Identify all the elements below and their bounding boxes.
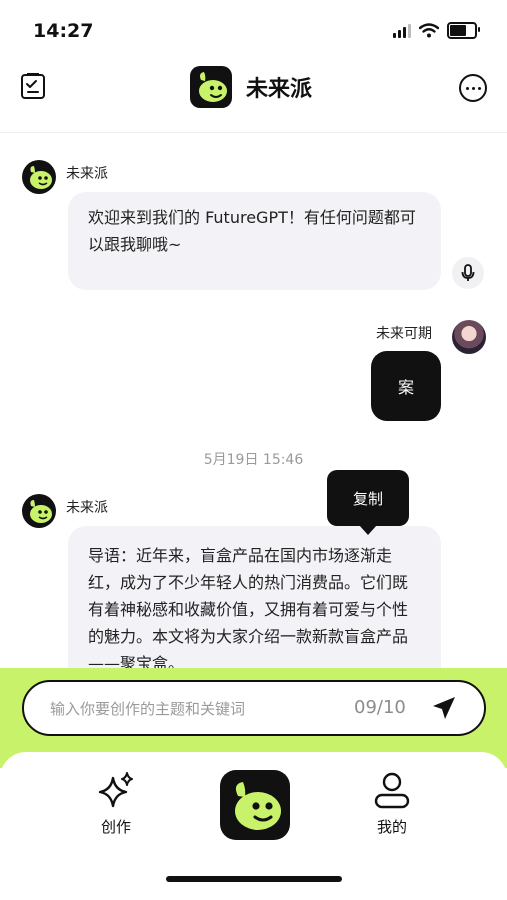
app-logo-icon <box>235 782 281 830</box>
bot-message-bubble[interactable]: 导语：近年来，盲盒产品在国内市场逐渐走红，成为了不少年轻人的热门消费品。它们既有… <box>68 526 441 668</box>
nav-bar: 未来派 <box>0 58 507 133</box>
user-avatar <box>452 320 486 354</box>
user-message-bubble[interactable]: 案 <box>371 351 441 421</box>
voice-play-button[interactable] <box>452 257 484 289</box>
message-timestamp: 5月19日 15:46 <box>203 452 304 468</box>
prompt-input-bar: 09/10 <box>22 680 486 736</box>
tab-home-logo[interactable] <box>220 770 290 840</box>
send-icon[interactable] <box>430 694 458 722</box>
tab-create-label: 创作 <box>100 818 131 836</box>
wifi-icon <box>419 23 439 38</box>
status-icons <box>393 22 480 39</box>
tab-create[interactable]: 创作 <box>96 770 136 837</box>
app-logo-icon <box>190 66 232 108</box>
signal-icon <box>393 23 411 38</box>
tab-mine[interactable]: 我的 <box>372 770 412 837</box>
sparkle-icon <box>98 772 133 808</box>
message-sender: 未来可期 <box>376 326 432 342</box>
chat-area[interactable]: 未来派 欢迎来到我们的 FutureGPT！有任何问题都可以跟我聊哦~ 未来可期… <box>0 133 507 668</box>
tab-mine-label: 我的 <box>376 818 407 836</box>
more-icon[interactable] <box>459 74 487 102</box>
status-time: 14:27 <box>33 20 94 42</box>
page-title: 未来派 <box>246 77 313 102</box>
bot-avatar <box>22 160 56 194</box>
character-counter: 09/10 <box>354 697 406 718</box>
bot-message-bubble[interactable]: 欢迎来到我们的 FutureGPT！有任何问题都可以跟我聊哦~ <box>68 192 441 290</box>
copy-tooltip[interactable]: 复制 <box>327 470 409 535</box>
nav-title-group: 未来派 <box>190 66 312 108</box>
message-sender: 未来派 <box>66 166 108 182</box>
home-indicator <box>166 876 342 882</box>
message-sender: 未来派 <box>66 500 108 516</box>
status-bar: 14:27 <box>0 0 507 58</box>
user-icon <box>374 772 410 809</box>
clipboard-check-icon[interactable] <box>20 72 46 100</box>
bot-avatar <box>22 494 56 528</box>
prompt-input[interactable] <box>48 694 322 724</box>
battery-icon <box>447 22 480 39</box>
microphone-icon <box>461 264 475 281</box>
